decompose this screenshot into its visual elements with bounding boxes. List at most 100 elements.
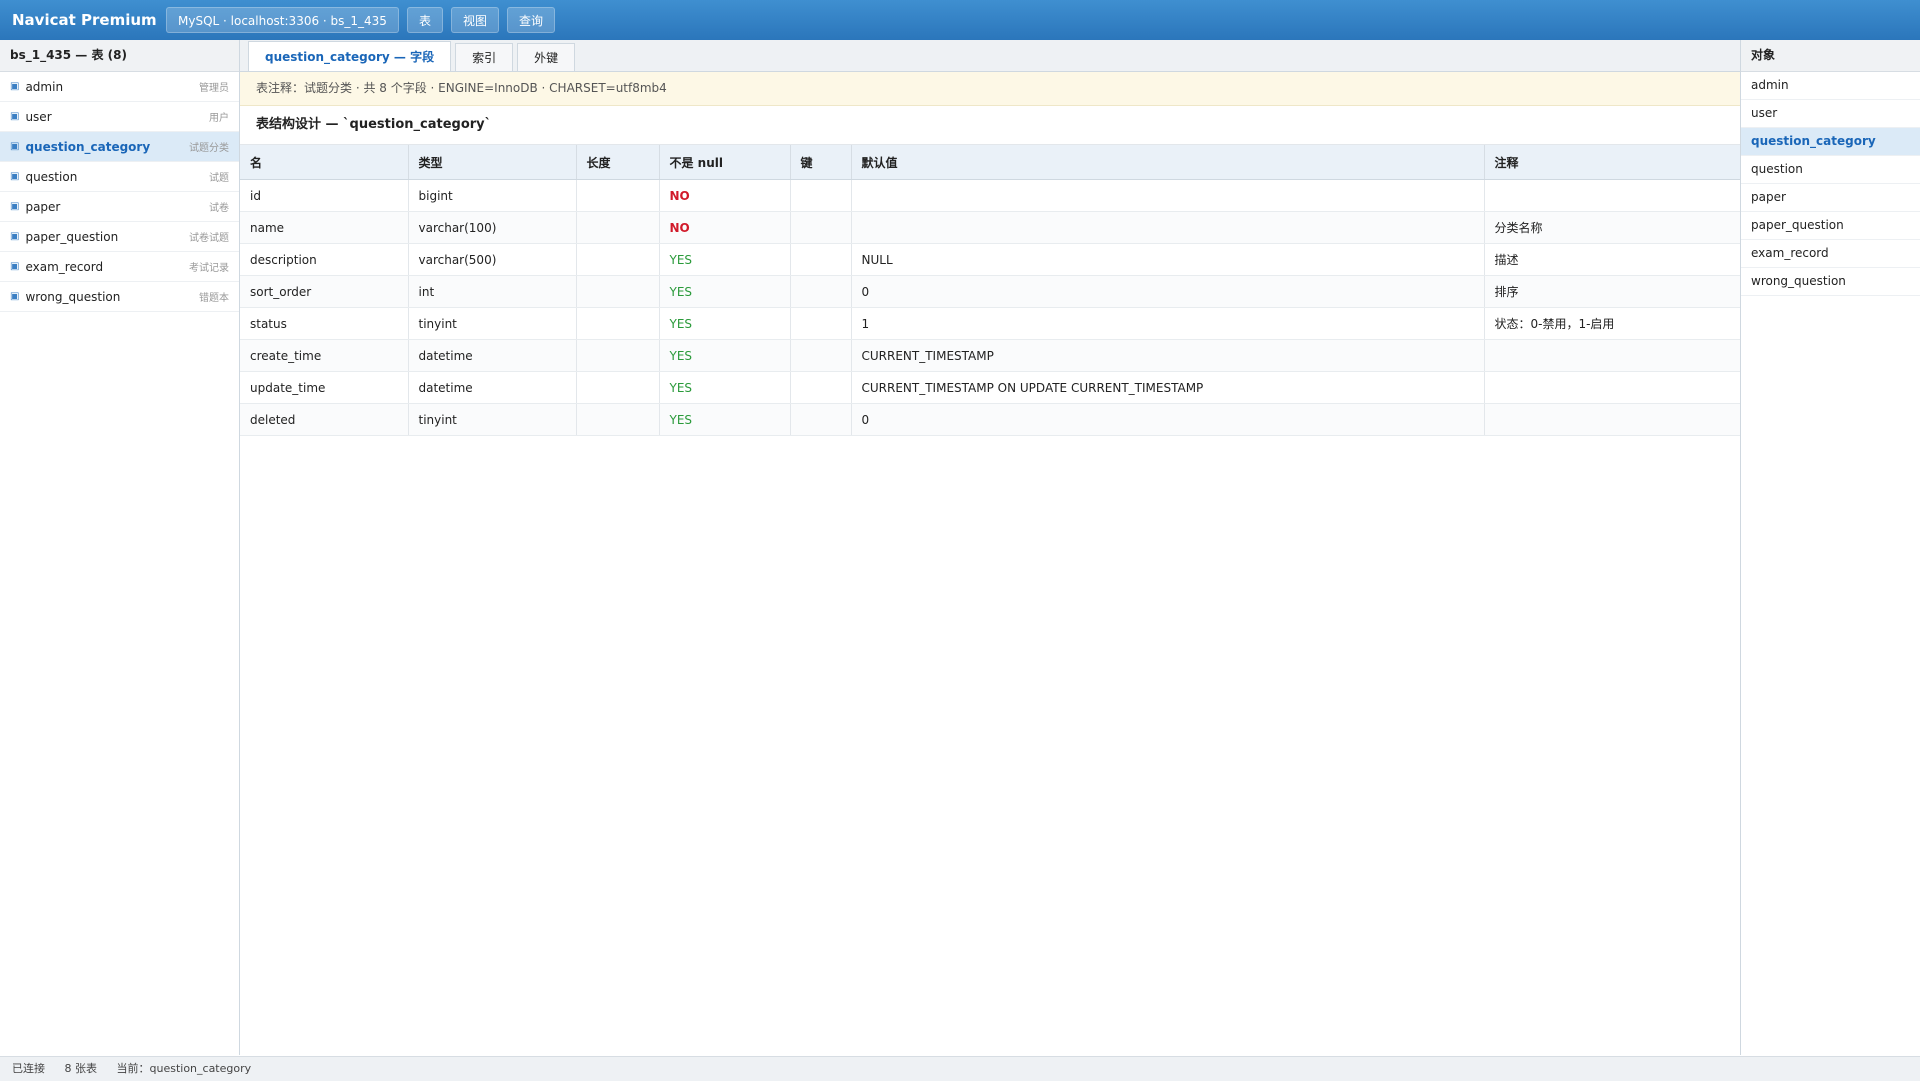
object-item-question-category[interactable]: question_category xyxy=(1741,128,1920,156)
status-current-table: 当前：question_category xyxy=(116,1062,252,1075)
table-item-paper-question[interactable]: ▣ paper_question 试卷试题 xyxy=(0,222,239,252)
object-item-user[interactable]: user xyxy=(1741,100,1920,128)
cell-type[interactable]: int xyxy=(408,275,577,308)
cell-length[interactable] xyxy=(576,403,660,436)
column-header-length[interactable]: 长度 xyxy=(576,145,660,180)
cell-not-null[interactable]: YES xyxy=(659,403,791,436)
cell-length[interactable] xyxy=(576,243,660,276)
cell-key[interactable] xyxy=(790,275,852,308)
cell-default[interactable] xyxy=(851,179,1485,212)
table-item-admin[interactable]: ▣ admin 管理员 xyxy=(0,72,239,102)
cell-default[interactable]: 0 xyxy=(851,403,1485,436)
views-button[interactable]: 视图 xyxy=(450,7,499,33)
table-icon: ▣ xyxy=(10,141,20,152)
design-panel: question_category — 字段 索引 外键 表注释：试题分类 · … xyxy=(240,40,1741,1055)
cell-name[interactable]: update_time xyxy=(240,371,409,404)
cell-default[interactable]: 0 xyxy=(851,275,1485,308)
cell-comment[interactable] xyxy=(1484,179,1741,212)
tab-foreign-keys[interactable]: 外键 xyxy=(517,43,576,71)
cell-type[interactable]: datetime xyxy=(408,339,577,372)
cell-key[interactable] xyxy=(790,307,852,340)
cell-type[interactable]: tinyint xyxy=(408,403,577,436)
cell-default[interactable]: CURRENT_TIMESTAMP xyxy=(851,339,1485,372)
cell-key[interactable] xyxy=(790,243,852,276)
cell-name[interactable]: status xyxy=(240,307,409,340)
cell-length[interactable] xyxy=(576,179,660,212)
table-item-paper[interactable]: ▣ paper 试卷 xyxy=(0,192,239,222)
tab-indexes[interactable]: 索引 xyxy=(455,43,514,71)
table-comment: 试题 xyxy=(209,173,229,184)
cell-key[interactable] xyxy=(790,339,852,372)
object-item-wrong-question[interactable]: wrong_question xyxy=(1741,268,1920,296)
queries-button[interactable]: 查询 xyxy=(506,7,555,33)
cell-length[interactable] xyxy=(576,339,660,372)
table-row[interactable]: status tinyint YES 1 状态：0-禁用，1-启用 xyxy=(240,307,1741,340)
column-header-not-null[interactable]: 不是 null xyxy=(659,145,791,180)
connection-button[interactable]: MySQL · localhost:3306 · bs_1_435 xyxy=(166,7,399,33)
cell-default[interactable] xyxy=(851,211,1485,244)
cell-type[interactable]: varchar(100) xyxy=(408,211,577,244)
table-row[interactable]: sort_order int YES 0 排序 xyxy=(240,275,1741,308)
cell-length[interactable] xyxy=(576,211,660,244)
cell-type[interactable]: tinyint xyxy=(408,307,577,340)
cell-comment[interactable] xyxy=(1484,403,1741,436)
cell-not-null[interactable]: YES xyxy=(659,307,791,340)
cell-length[interactable] xyxy=(576,371,660,404)
table-comment: 试卷试题 xyxy=(189,233,229,244)
cell-not-null[interactable]: YES xyxy=(659,339,791,372)
table-comment-notice: 表注释：试题分类 · 共 8 个字段 · ENGINE=InnoDB · CHA… xyxy=(240,72,1740,106)
cell-key[interactable] xyxy=(790,371,852,404)
column-header-type[interactable]: 类型 xyxy=(408,145,577,180)
table-item-wrong-question[interactable]: ▣ wrong_question 错题本 xyxy=(0,282,239,312)
table-row[interactable]: id bigint NO xyxy=(240,179,1741,212)
cell-not-null[interactable]: YES xyxy=(659,371,791,404)
object-item-exam-record[interactable]: exam_record xyxy=(1741,240,1920,268)
table-item-question[interactable]: ▣ question 试题 xyxy=(0,162,239,192)
cell-length[interactable] xyxy=(576,307,660,340)
table-item-exam-record[interactable]: ▣ exam_record 考试记录 xyxy=(0,252,239,282)
object-item-paper-question[interactable]: paper_question xyxy=(1741,212,1920,240)
table-item-question-category[interactable]: ▣ question_category 试题分类 xyxy=(0,132,239,162)
table-row[interactable]: description varchar(500) YES NULL 描述 xyxy=(240,243,1741,276)
cell-not-null[interactable]: NO xyxy=(659,211,791,244)
column-header-key[interactable]: 键 xyxy=(790,145,852,180)
cell-default[interactable]: 1 xyxy=(851,307,1485,340)
table-row[interactable]: name varchar(100) NO 分类名称 xyxy=(240,211,1741,244)
cell-name[interactable]: deleted xyxy=(240,403,409,436)
cell-length[interactable] xyxy=(576,275,660,308)
cell-name[interactable]: name xyxy=(240,211,409,244)
cell-key[interactable] xyxy=(790,211,852,244)
cell-not-null[interactable]: YES xyxy=(659,275,791,308)
cell-default[interactable]: NULL xyxy=(851,243,1485,276)
cell-not-null[interactable]: NO xyxy=(659,179,791,212)
cell-name[interactable]: create_time xyxy=(240,339,409,372)
cell-type[interactable]: varchar(500) xyxy=(408,243,577,276)
cell-comment[interactable]: 排序 xyxy=(1484,275,1741,308)
object-item-question[interactable]: question xyxy=(1741,156,1920,184)
table-row[interactable]: update_time datetime YES CURRENT_TIMESTA… xyxy=(240,371,1741,404)
cell-name[interactable]: id xyxy=(240,179,409,212)
cell-name[interactable]: description xyxy=(240,243,409,276)
tables-button[interactable]: 表 xyxy=(406,7,443,33)
cell-default[interactable]: CURRENT_TIMESTAMP ON UPDATE CURRENT_TIME… xyxy=(851,371,1485,404)
cell-comment[interactable] xyxy=(1484,339,1741,372)
object-item-admin[interactable]: admin xyxy=(1741,72,1920,100)
column-header-default[interactable]: 默认值 xyxy=(851,145,1485,180)
object-item-paper[interactable]: paper xyxy=(1741,184,1920,212)
table-row[interactable]: create_time datetime YES CURRENT_TIMESTA… xyxy=(240,339,1741,372)
cell-key[interactable] xyxy=(790,403,852,436)
cell-type[interactable]: bigint xyxy=(408,179,577,212)
cell-comment[interactable]: 描述 xyxy=(1484,243,1741,276)
cell-comment[interactable]: 状态：0-禁用，1-启用 xyxy=(1484,307,1741,340)
cell-type[interactable]: datetime xyxy=(408,371,577,404)
cell-name[interactable]: sort_order xyxy=(240,275,409,308)
table-row[interactable]: deleted tinyint YES 0 xyxy=(240,403,1741,436)
column-header-name[interactable]: 名 xyxy=(240,145,409,180)
cell-comment[interactable]: 分类名称 xyxy=(1484,211,1741,244)
cell-not-null[interactable]: YES xyxy=(659,243,791,276)
cell-comment[interactable] xyxy=(1484,371,1741,404)
tab-fields[interactable]: question_category — 字段 xyxy=(248,41,452,71)
column-header-comment[interactable]: 注释 xyxy=(1484,145,1741,180)
table-item-user[interactable]: ▣ user 用户 xyxy=(0,102,239,132)
cell-key[interactable] xyxy=(790,179,852,212)
